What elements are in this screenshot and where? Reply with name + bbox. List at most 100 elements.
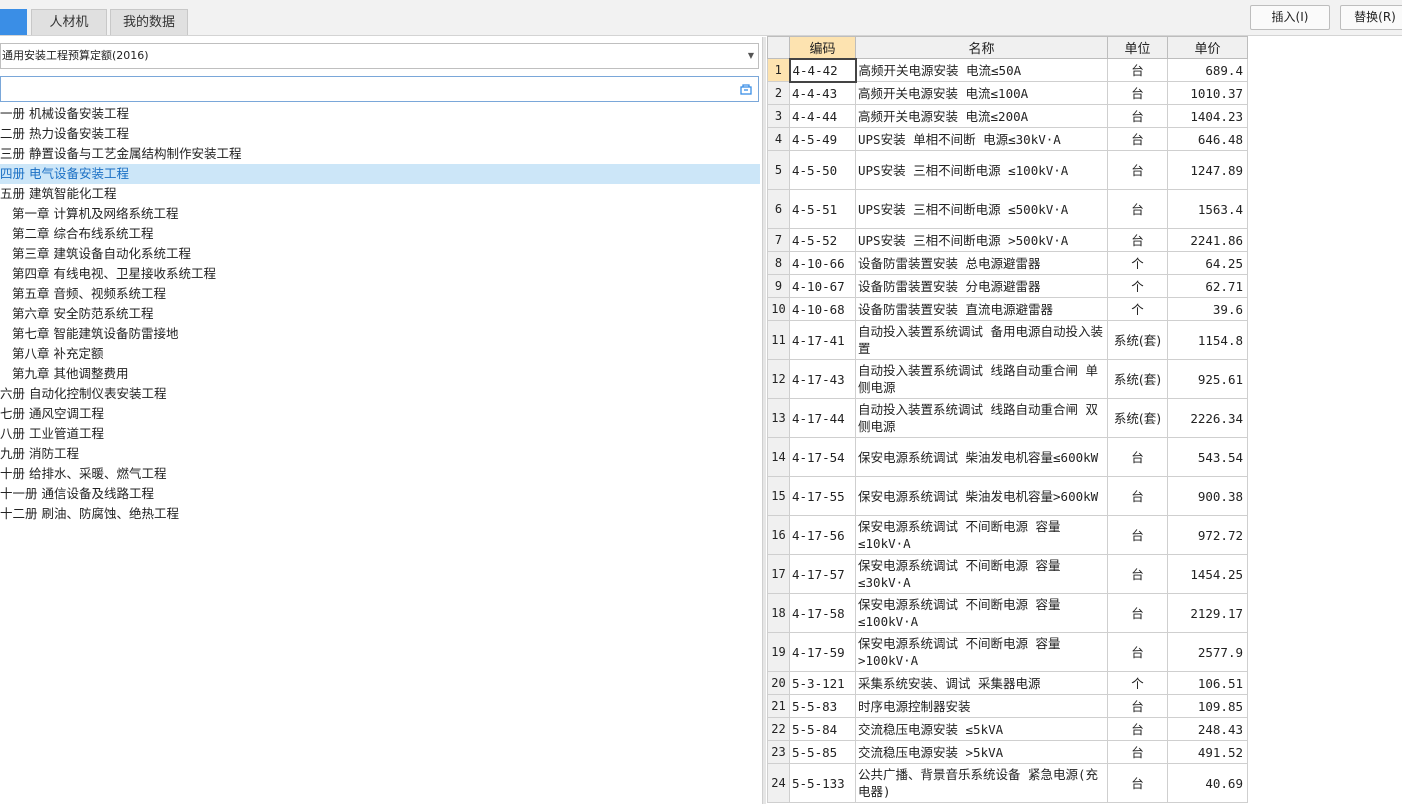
tree-node[interactable]: 三册 静置设备与工艺金属结构制作安装工程	[0, 144, 760, 164]
cell-price[interactable]: 972.72	[1167, 515, 1248, 555]
row-number[interactable]: 1	[767, 58, 790, 82]
table-row[interactable]: 18 4-17-58 保安电源系统调试 不间断电源 容量≤100kV·A 台 2129.…	[767, 593, 1248, 633]
cell-name[interactable]: 保安电源系统调试 柴油发电机容量>600kW	[855, 476, 1108, 516]
cell-code[interactable]: 4-17-59	[789, 632, 856, 672]
cell-unit[interactable]: 个	[1107, 274, 1168, 298]
row-number[interactable]: 12	[767, 359, 790, 399]
table-row[interactable]: 4 4-5-49 UPS安装 单相不间断 电源≤30kV·A 台 646.48	[767, 127, 1248, 151]
row-number[interactable]: 23	[767, 740, 790, 764]
tab-quota[interactable]	[0, 9, 27, 35]
cell-price[interactable]: 1247.89	[1167, 150, 1248, 190]
cell-unit[interactable]: 系统(套)	[1107, 320, 1168, 360]
tree-node[interactable]: 四册 电气设备安装工程	[0, 164, 760, 184]
table-row[interactable]: 16 4-17-56 保安电源系统调试 不间断电源 容量≤10kV·A 台 972.72	[767, 515, 1248, 555]
cell-unit[interactable]: 台	[1107, 593, 1168, 633]
tree-node[interactable]: 十册 给排水、采暖、燃气工程	[0, 464, 760, 484]
cell-price[interactable]: 900.38	[1167, 476, 1248, 516]
cell-price[interactable]: 689.4	[1167, 58, 1248, 82]
cell-name[interactable]: 保安电源系统调试 柴油发电机容量≤600kW	[855, 437, 1108, 477]
row-number[interactable]: 15	[767, 476, 790, 516]
cell-name[interactable]: UPS安装 三相不间断电源 ≤500kV·A	[855, 189, 1108, 229]
cell-price[interactable]: 1404.23	[1167, 104, 1248, 128]
row-number[interactable]: 16	[767, 515, 790, 555]
cell-unit[interactable]: 台	[1107, 437, 1168, 477]
row-number[interactable]: 8	[767, 251, 790, 275]
cell-unit[interactable]: 台	[1107, 81, 1168, 105]
cell-price[interactable]: 106.51	[1167, 671, 1248, 695]
table-row[interactable]: 20 5-3-121 采集系统安装、调试 采集器电源个 106.51	[767, 671, 1248, 695]
row-number[interactable]: 22	[767, 717, 790, 741]
row-number[interactable]: 4	[767, 127, 790, 151]
cell-code[interactable]: 4-17-55	[789, 476, 856, 516]
row-number[interactable]: 9	[767, 274, 790, 298]
table-row[interactable]: 23 5-5-85 交流稳压电源安装 >5kVA 台 491.52	[767, 740, 1248, 764]
cell-unit[interactable]: 台	[1107, 228, 1168, 252]
cell-unit[interactable]: 台	[1107, 515, 1168, 555]
cell-name[interactable]: 保安电源系统调试 不间断电源 容量≤100kV·A	[855, 593, 1108, 633]
cell-price[interactable]: 1010.37	[1167, 81, 1248, 105]
cell-name[interactable]: UPS安装 单相不间断 电源≤30kV·A	[855, 127, 1108, 151]
tab-my-data[interactable]: 我的数据	[110, 9, 188, 35]
column-header-price[interactable]: 单价	[1167, 36, 1248, 59]
table-row[interactable]: 1 4-4-42 高频开关电源安装 电流≤50A 台 689.4	[767, 57, 1248, 83]
search-input[interactable]	[0, 76, 759, 102]
cell-price[interactable]: 64.25	[1167, 251, 1248, 275]
table-row[interactable]: 14 4-17-54 保安电源系统调试 柴油发电机容量≤600kW 台 543.54	[767, 437, 1248, 477]
cell-code[interactable]: 4-5-52	[789, 228, 856, 252]
table-row[interactable]: 24 5-5-133 公共广播、背景音乐系统设备 紧急电源(充电器) 台 40.69	[767, 763, 1248, 803]
row-number[interactable]: 18	[767, 593, 790, 633]
tree-node[interactable]: 二册 热力设备安装工程	[0, 124, 760, 144]
table-row[interactable]: 8 4-10-66 设备防雷装置安装 总电源避雷器个 64.25	[767, 251, 1248, 275]
row-number[interactable]: 5	[767, 150, 790, 190]
cell-unit[interactable]: 台	[1107, 189, 1168, 229]
cell-name[interactable]: 时序电源控制器安装	[855, 694, 1108, 718]
table-row[interactable]: 21 5-5-83 时序电源控制器安装台 109.85	[767, 694, 1248, 718]
row-number[interactable]: 14	[767, 437, 790, 477]
row-number[interactable]: 3	[767, 104, 790, 128]
cell-price[interactable]: 248.43	[1167, 717, 1248, 741]
cell-price[interactable]: 491.52	[1167, 740, 1248, 764]
row-number[interactable]: 2	[767, 81, 790, 105]
cell-name[interactable]: UPS安装 三相不间断电源 >500kV·A	[855, 228, 1108, 252]
cell-code[interactable]: 4-10-66	[789, 251, 856, 275]
cell-code[interactable]: 5-5-83	[789, 694, 856, 718]
cell-unit[interactable]: 个	[1107, 297, 1168, 321]
cell-name[interactable]: UPS安装 三相不间断电源 ≤100kV·A	[855, 150, 1108, 190]
cell-price[interactable]: 543.54	[1167, 437, 1248, 477]
cell-price[interactable]: 2241.86	[1167, 228, 1248, 252]
cell-code[interactable]: 4-4-43	[789, 81, 856, 105]
row-number[interactable]: 19	[767, 632, 790, 672]
cell-name[interactable]: 设备防雷装置安装 分电源避雷器	[855, 274, 1108, 298]
row-number[interactable]: 21	[767, 694, 790, 718]
cell-code[interactable]: 4-17-41	[789, 320, 856, 360]
cell-price[interactable]: 646.48	[1167, 127, 1248, 151]
table-row[interactable]: 12 4-17-43 自动投入装置系统调试 线路自动重合闸 单侧电源 系统(套) 925…	[767, 359, 1248, 399]
panel-splitter[interactable]	[762, 37, 766, 804]
insert-button[interactable]: 插入(I)	[1250, 5, 1330, 30]
cell-code[interactable]: 5-5-84	[789, 717, 856, 741]
cell-name[interactable]: 自动投入装置系统调试 备用电源自动投入装置	[855, 320, 1108, 360]
cell-unit[interactable]: 个	[1107, 671, 1168, 695]
tree-node[interactable]: 第三章 建筑设备自动化系统工程	[0, 244, 760, 264]
cell-unit[interactable]: 台	[1107, 554, 1168, 594]
table-row[interactable]: 2 4-4-43 高频开关电源安装 电流≤100A 台 1010.37	[767, 81, 1248, 105]
tab-labor-material-machine[interactable]: 人材机	[31, 9, 107, 35]
cell-code[interactable]: 4-17-57	[789, 554, 856, 594]
row-number[interactable]: 11	[767, 320, 790, 360]
tree-node[interactable]: 第六章 安全防范系统工程	[0, 304, 760, 324]
cell-name[interactable]: 保安电源系统调试 不间断电源 容量>100kV·A	[855, 632, 1108, 672]
cell-name[interactable]: 保安电源系统调试 不间断电源 容量≤10kV·A	[855, 515, 1108, 555]
tree-node[interactable]: 五册 建筑智能化工程	[0, 184, 760, 204]
cell-code[interactable]: 4-17-58	[789, 593, 856, 633]
tree-node[interactable]: 七册 通风空调工程	[0, 404, 760, 424]
chevron-down-icon[interactable]: ▼	[748, 44, 754, 68]
table-row[interactable]: 10 4-10-68 设备防雷装置安装 直流电源避雷器个 39.6	[767, 297, 1248, 321]
cell-name[interactable]: 采集系统安装、调试 采集器电源	[855, 671, 1108, 695]
row-number[interactable]: 7	[767, 228, 790, 252]
cell-price[interactable]: 62.71	[1167, 274, 1248, 298]
cell-price[interactable]: 1563.4	[1167, 189, 1248, 229]
cell-code[interactable]: 5-5-85	[789, 740, 856, 764]
table-row[interactable]: 22 5-5-84 交流稳压电源安装 ≤5kVA 台 248.43	[767, 717, 1248, 741]
table-row[interactable]: 19 4-17-59 保安电源系统调试 不间断电源 容量>100kV·A 台 2577.…	[767, 632, 1248, 672]
column-header-name[interactable]: 名称	[855, 36, 1108, 59]
